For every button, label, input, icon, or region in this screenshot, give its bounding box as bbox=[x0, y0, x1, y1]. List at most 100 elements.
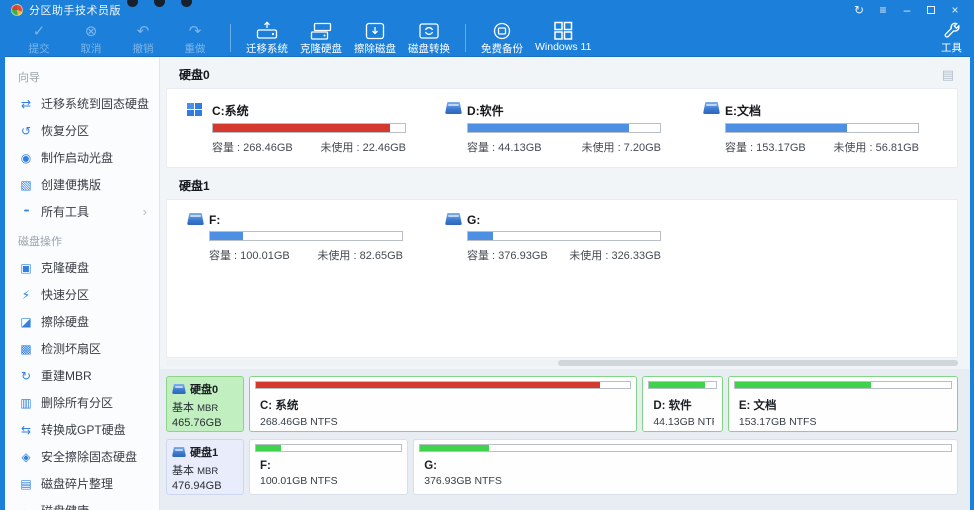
partition-g[interactable]: G: 容量 : 376.93GB 未使用 : 326.33GB bbox=[445, 213, 703, 263]
usage-bar-fill bbox=[210, 232, 243, 240]
windows11-button[interactable]: Windows 11 bbox=[529, 20, 597, 54]
sidebar-item-migrate-os-ssd[interactable]: ⇄ 迁移系统到固态硬盘 bbox=[5, 90, 159, 117]
discard-button[interactable]: ⊗ 取消 bbox=[65, 20, 117, 57]
map-partition-f[interactable]: F: 100.01GB NTFS bbox=[249, 439, 409, 495]
rebuild-mbr-icon: ↻ bbox=[20, 368, 32, 383]
wipe-disk-button[interactable]: 擦除磁盘 bbox=[348, 20, 402, 57]
sidebar-item-portable-version[interactable]: ▧ 创建便携版 bbox=[5, 171, 159, 198]
app-logo-icon bbox=[11, 3, 23, 16]
close-button[interactable]: × bbox=[946, 2, 964, 18]
disk0-map-card[interactable]: 硬盘0 基本 MBR 465.76GB bbox=[166, 376, 244, 432]
partition-name: D:软件 bbox=[467, 104, 504, 118]
partition-d[interactable]: D:软件 容量 : 44.13GB 未使用 : 7.20GB bbox=[445, 102, 703, 155]
menu-button[interactable]: ≡ bbox=[874, 2, 892, 18]
undo-button[interactable]: ↶ 撤销 bbox=[117, 20, 169, 57]
sidebar-item-delete-partitions[interactable]: ▥ 删除所有分区 bbox=[5, 389, 159, 416]
disk-map: 硬盘0 基本 MBR 465.76GB C: 系统 268.46GB NTFS … bbox=[160, 369, 970, 510]
tools-button[interactable]: 工具 bbox=[941, 20, 962, 55]
refresh-button[interactable]: ↻ bbox=[850, 2, 868, 18]
sidebar-item-defrag[interactable]: ▤ 磁盘碎片整理 bbox=[5, 470, 159, 497]
drive-icon bbox=[172, 447, 186, 457]
maximize-button[interactable] bbox=[922, 2, 940, 18]
usage-bar-fill bbox=[420, 445, 490, 451]
unused-text: 未使用 : 82.65GB bbox=[317, 250, 403, 262]
all-tools-icon: ••• bbox=[23, 208, 29, 215]
view-toggle-icon[interactable]: ▤ bbox=[942, 67, 954, 83]
usage-bar-fill bbox=[734, 382, 872, 388]
capacity-text: 容量 : 44.13GB bbox=[467, 142, 542, 154]
main-area: 硬盘0 ▤ C:系统 容量 : 268.46GB 未使用: 22.46GB D… bbox=[160, 57, 970, 510]
usage-bar bbox=[255, 381, 632, 389]
usage-bar bbox=[733, 381, 952, 389]
sidebar-item-bad-sector-check[interactable]: ▩ 检测坏扇区 bbox=[5, 335, 159, 362]
disk1-header: 硬盘1 bbox=[160, 168, 970, 199]
windows-logo-icon bbox=[187, 102, 207, 155]
map-partition-g[interactable]: G: 376.93GB NTFS bbox=[413, 439, 958, 495]
undo-icon: ↶ bbox=[136, 22, 150, 40]
map-partition-info: 44.13GB NTFS bbox=[653, 416, 714, 428]
sidebar-item-quick-partition[interactable]: ⚡ 快速分区 bbox=[5, 281, 159, 308]
drive-icon bbox=[703, 102, 720, 114]
sidebar-item-secure-erase-ssd[interactable]: ◈ 安全擦除固态硬盘 bbox=[5, 443, 159, 470]
partition-name: E:文档 bbox=[725, 104, 762, 118]
sidebar-item-wipe-disk[interactable]: ◪ 擦除硬盘 bbox=[5, 308, 159, 335]
partition-e[interactable]: E:文档 容量 : 153.17GB 未使用 : 56.81GB bbox=[703, 102, 961, 155]
sidebar-item-recover-partition[interactable]: ↺ 恢复分区 bbox=[5, 117, 159, 144]
commit-button[interactable]: ✓ 提交 bbox=[13, 20, 65, 57]
commit-icon: ✓ bbox=[32, 22, 46, 40]
drive-icon bbox=[172, 384, 186, 394]
sidebar-item-convert-gpt[interactable]: ⇆ 转换成GPT硬盘 bbox=[5, 416, 159, 443]
convert-disk-icon bbox=[417, 21, 441, 41]
unused-text: 未使用 : 7.20GB bbox=[581, 142, 661, 154]
window-title: 分区助手技术员版 bbox=[29, 4, 121, 17]
scrollbar-thumb[interactable] bbox=[558, 360, 958, 366]
disk1-map-name: 硬盘1 bbox=[190, 447, 219, 459]
migrate-system-button[interactable]: 迁移系统 bbox=[240, 20, 294, 57]
chevron-right-icon: › bbox=[142, 204, 147, 219]
usage-bar bbox=[209, 231, 403, 241]
bootable-media-icon: ◉ bbox=[20, 150, 32, 165]
capacity-text: 容量 : 268.46GB bbox=[212, 142, 293, 154]
wipe-disk-side-icon: ◪ bbox=[20, 314, 32, 329]
map-partition-info: 268.46GB NTFS bbox=[260, 416, 338, 428]
disk0-map-row: 硬盘0 基本 MBR 465.76GB C: 系统 268.46GB NTFS … bbox=[166, 376, 958, 432]
free-backup-icon bbox=[490, 21, 514, 41]
unused-text: 未使用 : 56.81GB bbox=[833, 142, 919, 154]
window-controls: ↻ ≡ – × bbox=[850, 2, 964, 18]
redo-button[interactable]: ↷ 重做 bbox=[169, 20, 221, 57]
disk1-map-row: 硬盘1 基本 MBR 476.94GB F: 100.01GB NTFS G: … bbox=[166, 439, 958, 495]
usage-bar-fill bbox=[649, 382, 706, 388]
disk1-card: F: 容量 : 100.01GB 未使用 : 82.65GB G: 容量: 3… bbox=[166, 199, 958, 358]
sidebar-item-clone-disk[interactable]: ▣ 克隆硬盘 bbox=[5, 254, 159, 281]
migrate-system-icon bbox=[255, 21, 279, 41]
sidebar-item-disk-health[interactable]: ◒ 磁盘健康 bbox=[5, 497, 159, 510]
drive-icon bbox=[187, 213, 204, 225]
windows11-icon bbox=[551, 21, 575, 41]
disk-type: 基本 bbox=[172, 465, 194, 477]
partition-name: F: bbox=[209, 213, 221, 227]
clone-disk-button[interactable]: 克隆硬盘 bbox=[294, 20, 348, 57]
disk0-title: 硬盘0 bbox=[179, 68, 210, 82]
minimize-button[interactable]: – bbox=[898, 2, 916, 18]
map-partition-title: F: bbox=[260, 460, 271, 472]
sidebar-item-rebuild-mbr[interactable]: ↻ 重建MBR bbox=[5, 362, 159, 389]
disk-health-icon: ◒ bbox=[18, 505, 34, 510]
free-backup-button[interactable]: 免费备份 bbox=[475, 20, 529, 57]
partition-f[interactable]: F: 容量 : 100.01GB 未使用 : 82.65GB bbox=[187, 213, 445, 263]
portable-version-icon: ▧ bbox=[20, 177, 32, 192]
sidebar-item-all-tools[interactable]: ••• 所有工具 › bbox=[5, 198, 159, 225]
sidebar-item-bootable-media[interactable]: ◉ 制作启动光盘 bbox=[5, 144, 159, 171]
map-partition-info: 100.01GB NTFS bbox=[260, 475, 338, 487]
usage-bar-fill bbox=[256, 382, 601, 388]
drive-icon bbox=[445, 213, 462, 225]
map-partition-c[interactable]: C: 系统 268.46GB NTFS bbox=[249, 376, 638, 432]
usage-bar bbox=[648, 381, 717, 389]
map-partition-title: C: 系统 bbox=[260, 400, 299, 412]
convert-disk-button[interactable]: 磁盘转换 bbox=[402, 20, 456, 57]
map-partition-e[interactable]: E: 文档 153.17GB NTFS bbox=[727, 376, 958, 432]
clone-disk-icon bbox=[309, 21, 333, 41]
map-partition-d[interactable]: D: 软件 44.13GB NTFS bbox=[642, 376, 723, 432]
partition-c[interactable]: C:系统 容量 : 268.46GB 未使用 : 22.46GB bbox=[187, 102, 445, 155]
disk1-map-card[interactable]: 硬盘1 基本 MBR 476.94GB bbox=[166, 439, 244, 495]
map-partition-title: E: 文档 bbox=[738, 400, 777, 412]
